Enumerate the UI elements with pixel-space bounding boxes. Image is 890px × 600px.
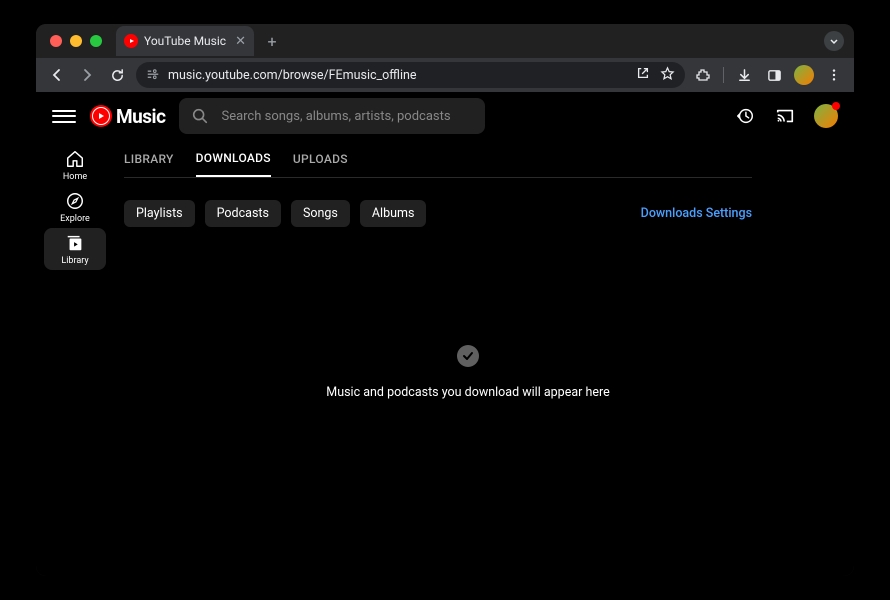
close-window-button[interactable] [50,35,62,47]
browser-toolbar: music.youtube.com/browse/FEmusic_offline [36,58,854,92]
extensions-button[interactable] [693,65,713,85]
sidebar-item-label: Home [63,172,87,182]
reload-button[interactable] [106,64,128,86]
downloads-button[interactable] [734,65,754,85]
history-button[interactable] [734,105,756,127]
library-tabs: LIBRARY DOWNLOADS UPLOADS [124,140,752,178]
sidebar-item-label: Explore [60,214,90,224]
youtube-music-logo[interactable]: Music [90,105,165,128]
tabs-dropdown-button[interactable] [824,31,844,51]
sidebar-item-label: Library [61,256,88,266]
minimize-window-button[interactable] [70,35,82,47]
window-controls [50,35,102,47]
sidebar-item-library[interactable]: Library [44,228,106,270]
explore-icon [65,191,85,211]
home-icon [65,149,85,169]
app-header: Music [36,92,854,140]
search-icon [191,107,209,125]
search-box[interactable] [179,98,485,134]
downloads-settings-link[interactable]: Downloads Settings [641,206,752,221]
chip-songs[interactable]: Songs [291,200,350,227]
side-panel-button[interactable] [764,65,784,85]
close-tab-button[interactable]: ✕ [235,34,246,49]
browser-menu-button[interactable] [824,65,844,85]
tab-downloads[interactable]: DOWNLOADS [196,140,271,177]
app-content: Music Ho [36,92,854,576]
hamburger-menu-button[interactable] [52,104,76,128]
sidebar: Home Explore Library [36,140,114,576]
browser-tab[interactable]: YouTube Music ✕ [116,26,254,56]
forward-button[interactable] [76,64,98,86]
sidebar-item-home[interactable]: Home [44,144,106,186]
open-external-icon[interactable] [636,66,650,84]
empty-state: Music and podcasts you download will app… [114,345,822,400]
main-area: LIBRARY DOWNLOADS UPLOADS Playlists Podc… [114,140,854,576]
empty-state-message: Music and podcasts you download will app… [326,385,609,400]
tab-library[interactable]: LIBRARY [124,140,174,177]
checkmark-icon [457,345,479,367]
back-button[interactable] [46,64,68,86]
cast-button[interactable] [774,105,796,127]
chip-albums[interactable]: Albums [360,200,427,227]
tab-title: YouTube Music [144,34,229,48]
account-avatar[interactable] [814,104,838,128]
new-tab-button[interactable]: + [260,29,284,53]
url-text: music.youtube.com/browse/FEmusic_offline [168,68,628,83]
youtube-favicon-icon [124,34,138,48]
filter-row: Playlists Podcasts Songs Albums Download… [124,200,752,227]
site-settings-icon[interactable] [146,67,160,84]
tab-uploads[interactable]: UPLOADS [293,140,348,177]
maximize-window-button[interactable] [90,35,102,47]
logo-text: Music [116,105,165,128]
address-bar[interactable]: music.youtube.com/browse/FEmusic_offline [136,62,685,88]
chip-playlists[interactable]: Playlists [124,200,195,227]
search-input[interactable] [221,109,473,124]
sidebar-item-explore[interactable]: Explore [44,186,106,228]
bookmark-star-icon[interactable] [660,66,675,85]
chip-podcasts[interactable]: Podcasts [205,200,281,227]
browser-tabbar: YouTube Music ✕ + [36,24,854,58]
youtube-music-logo-icon [90,105,112,127]
library-icon [65,233,85,253]
profile-avatar-button[interactable] [794,65,814,85]
